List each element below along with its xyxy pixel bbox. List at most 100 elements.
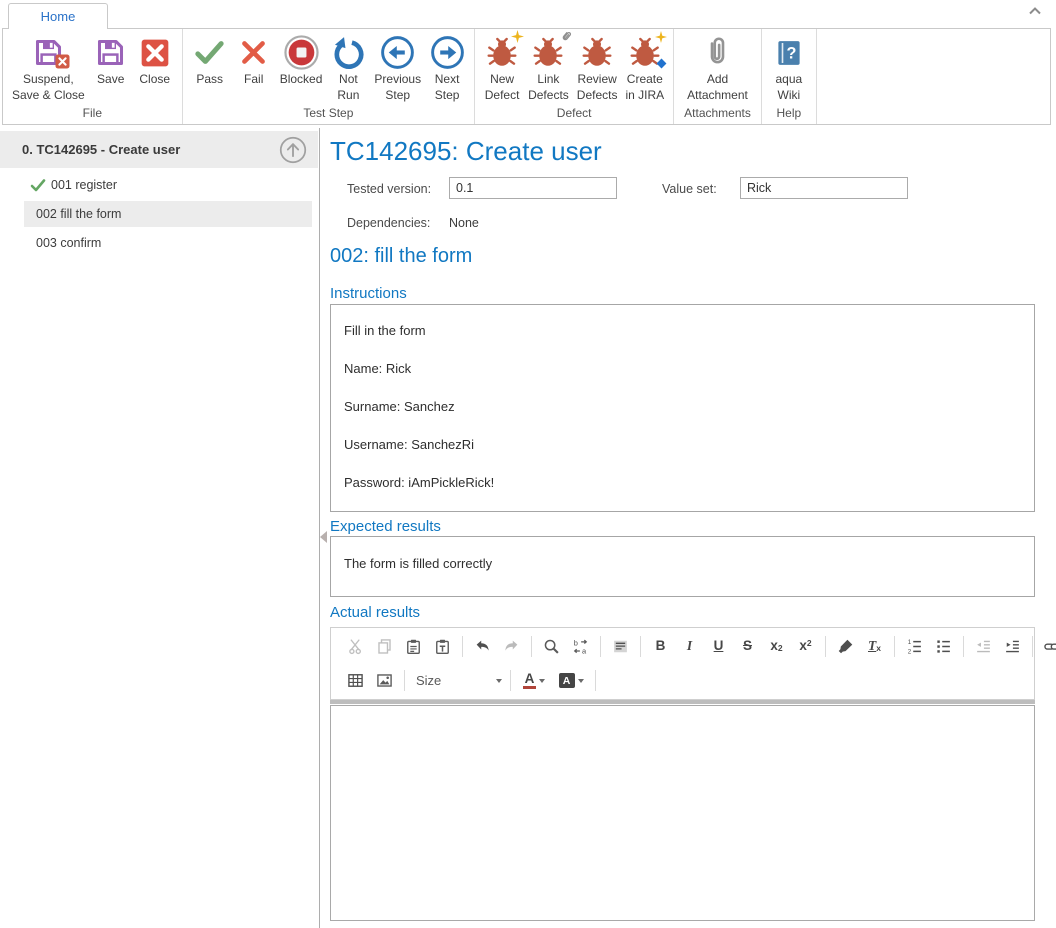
aqua-wiki-button[interactable]: ? aqua Wiki	[767, 32, 811, 105]
add-attachment-button[interactable]: Add Attachment	[683, 32, 752, 105]
underline-icon[interactable]: U	[706, 634, 731, 659]
copy-icon	[372, 634, 397, 659]
value-set-input[interactable]	[740, 177, 908, 199]
instructions-paragraph: Password: iAmPickleRick!	[344, 475, 1022, 490]
toolbar-divider	[595, 670, 596, 691]
bold-icon[interactable]: B	[648, 634, 673, 659]
numbered-list-icon[interactable]: 12	[902, 634, 927, 659]
group-label-help: Help	[762, 105, 816, 124]
toolbar-divider	[825, 636, 826, 657]
svg-text:1: 1	[908, 639, 912, 646]
collapse-up-arrow-icon[interactable]	[279, 136, 307, 164]
panel-divider	[319, 128, 320, 928]
sidebar-item-step-002[interactable]: 002 fill the form	[24, 201, 312, 227]
group-label-file: File	[3, 105, 182, 124]
table-icon[interactable]	[343, 668, 368, 693]
create-in-jira-bug-icon	[627, 34, 663, 71]
previous-step-button[interactable]: Previous Step	[370, 32, 425, 105]
format-painter-icon[interactable]	[833, 634, 858, 659]
editor-resize-separator[interactable]	[330, 700, 1035, 704]
find-icon[interactable]	[539, 634, 564, 659]
instructions-paragraph: Fill in the form	[344, 323, 1022, 338]
subscript-icon[interactable]: x2	[764, 634, 789, 659]
undo-icon[interactable]	[470, 634, 495, 659]
ribbon-group-defect: New Defect Link Defects	[475, 29, 674, 124]
tab-home-label: Home	[41, 9, 76, 24]
actual-results-heading: Actual results	[330, 604, 420, 621]
new-defect-button[interactable]: New Defect	[480, 32, 524, 105]
not-run-button[interactable]: Not Run	[326, 32, 370, 105]
group-label-test-step: Test Step	[183, 105, 474, 124]
pass-button[interactable]: Pass	[188, 32, 232, 90]
italic-icon[interactable]: I	[677, 634, 702, 659]
value-set-label: Value set:	[662, 182, 717, 196]
close-button[interactable]: Close	[133, 32, 177, 90]
ribbon-empty-space	[817, 29, 1050, 124]
size-dropdown[interactable]: Size	[416, 673, 502, 688]
wiki-book-icon: ?	[771, 34, 807, 71]
jira-sparkle-badge-icon	[655, 30, 667, 48]
link-icon[interactable]	[1040, 634, 1056, 659]
group-label-defect: Defect	[475, 105, 673, 124]
toolbar-divider	[600, 636, 601, 657]
new-defect-bug-icon	[484, 34, 520, 71]
editor-toolbar-row-2: Size A A	[331, 664, 1034, 697]
jira-diamond-badge-icon	[655, 57, 668, 75]
blocked-button[interactable]: Blocked	[276, 32, 327, 90]
splitter-collapse-handle[interactable]	[320, 531, 327, 543]
save-button[interactable]: Save	[89, 32, 133, 90]
link-defects-button[interactable]: Link Defects	[524, 32, 573, 105]
tested-version-label: Tested version:	[347, 182, 431, 196]
actual-results-editor-toolbar: b a B I U S x2 x2	[330, 627, 1035, 700]
next-step-button[interactable]: Next Step	[425, 32, 469, 105]
new-sparkle-badge-icon	[511, 30, 524, 48]
sidebar-item-label: 003 confirm	[36, 236, 101, 250]
image-icon[interactable]	[372, 668, 397, 693]
next-step-icon	[429, 34, 465, 71]
previous-step-icon	[380, 34, 416, 71]
superscript-icon[interactable]: x2	[793, 634, 818, 659]
not-run-icon	[330, 34, 366, 71]
tested-version-input[interactable]	[449, 177, 617, 199]
sidebar-item-step-003[interactable]: 003 confirm	[24, 230, 312, 256]
sidebar-header-label: 0. TC142695 - Create user	[22, 142, 180, 157]
remove-format-icon[interactable]: Tx	[862, 634, 887, 659]
strikethrough-icon[interactable]: S	[735, 634, 760, 659]
pass-check-icon	[192, 34, 228, 71]
instructions-paragraph: Surname: Sanchez	[344, 399, 1022, 414]
review-defects-button[interactable]: Review Defects	[573, 32, 622, 105]
svg-text:?: ?	[786, 44, 796, 62]
page-title: TC142695: Create user	[330, 136, 602, 167]
collapse-ribbon-chevron-up-icon[interactable]	[1027, 4, 1043, 18]
instructions-box: Fill in the form Name: Rick Surname: San…	[330, 304, 1035, 512]
svg-text:a: a	[582, 646, 587, 654]
actual-results-editor-content[interactable]	[330, 705, 1035, 921]
sidebar-header-test-case[interactable]: 0. TC142695 - Create user	[0, 131, 318, 168]
background-color-icon[interactable]: A	[554, 668, 588, 693]
paste-plain-text-icon[interactable]	[430, 634, 455, 659]
text-color-icon[interactable]: A	[518, 668, 550, 693]
dependencies-label: Dependencies:	[347, 216, 430, 230]
fail-x-icon	[236, 34, 272, 71]
toolbar-divider	[640, 636, 641, 657]
fail-button[interactable]: Fail	[232, 32, 276, 90]
ribbon-group-test-step: Pass Fail Blocked	[183, 29, 475, 124]
suspend-save-close-button[interactable]: Suspend, Save & Close	[8, 32, 89, 105]
create-in-jira-button[interactable]: Create in JIRA	[621, 32, 668, 105]
toolbar-divider	[1032, 636, 1033, 657]
suspend-x-badge-icon	[55, 54, 70, 74]
bulleted-list-icon[interactable]	[931, 634, 956, 659]
sidebar-item-step-001[interactable]: 001 register	[24, 172, 312, 198]
tab-home[interactable]: Home	[8, 3, 108, 29]
save-suspend-icon	[30, 34, 66, 71]
save-icon	[93, 34, 129, 71]
sidebar-item-label: 002 fill the form	[36, 207, 121, 221]
cut-icon	[343, 634, 368, 659]
replace-icon[interactable]: b a	[568, 634, 593, 659]
select-all-icon[interactable]	[608, 634, 633, 659]
paste-icon[interactable]	[401, 634, 426, 659]
increase-indent-icon[interactable]	[1000, 634, 1025, 659]
instructions-paragraph: Name: Rick	[344, 361, 1022, 376]
redo-icon	[499, 634, 524, 659]
dependencies-value: None	[449, 216, 479, 230]
